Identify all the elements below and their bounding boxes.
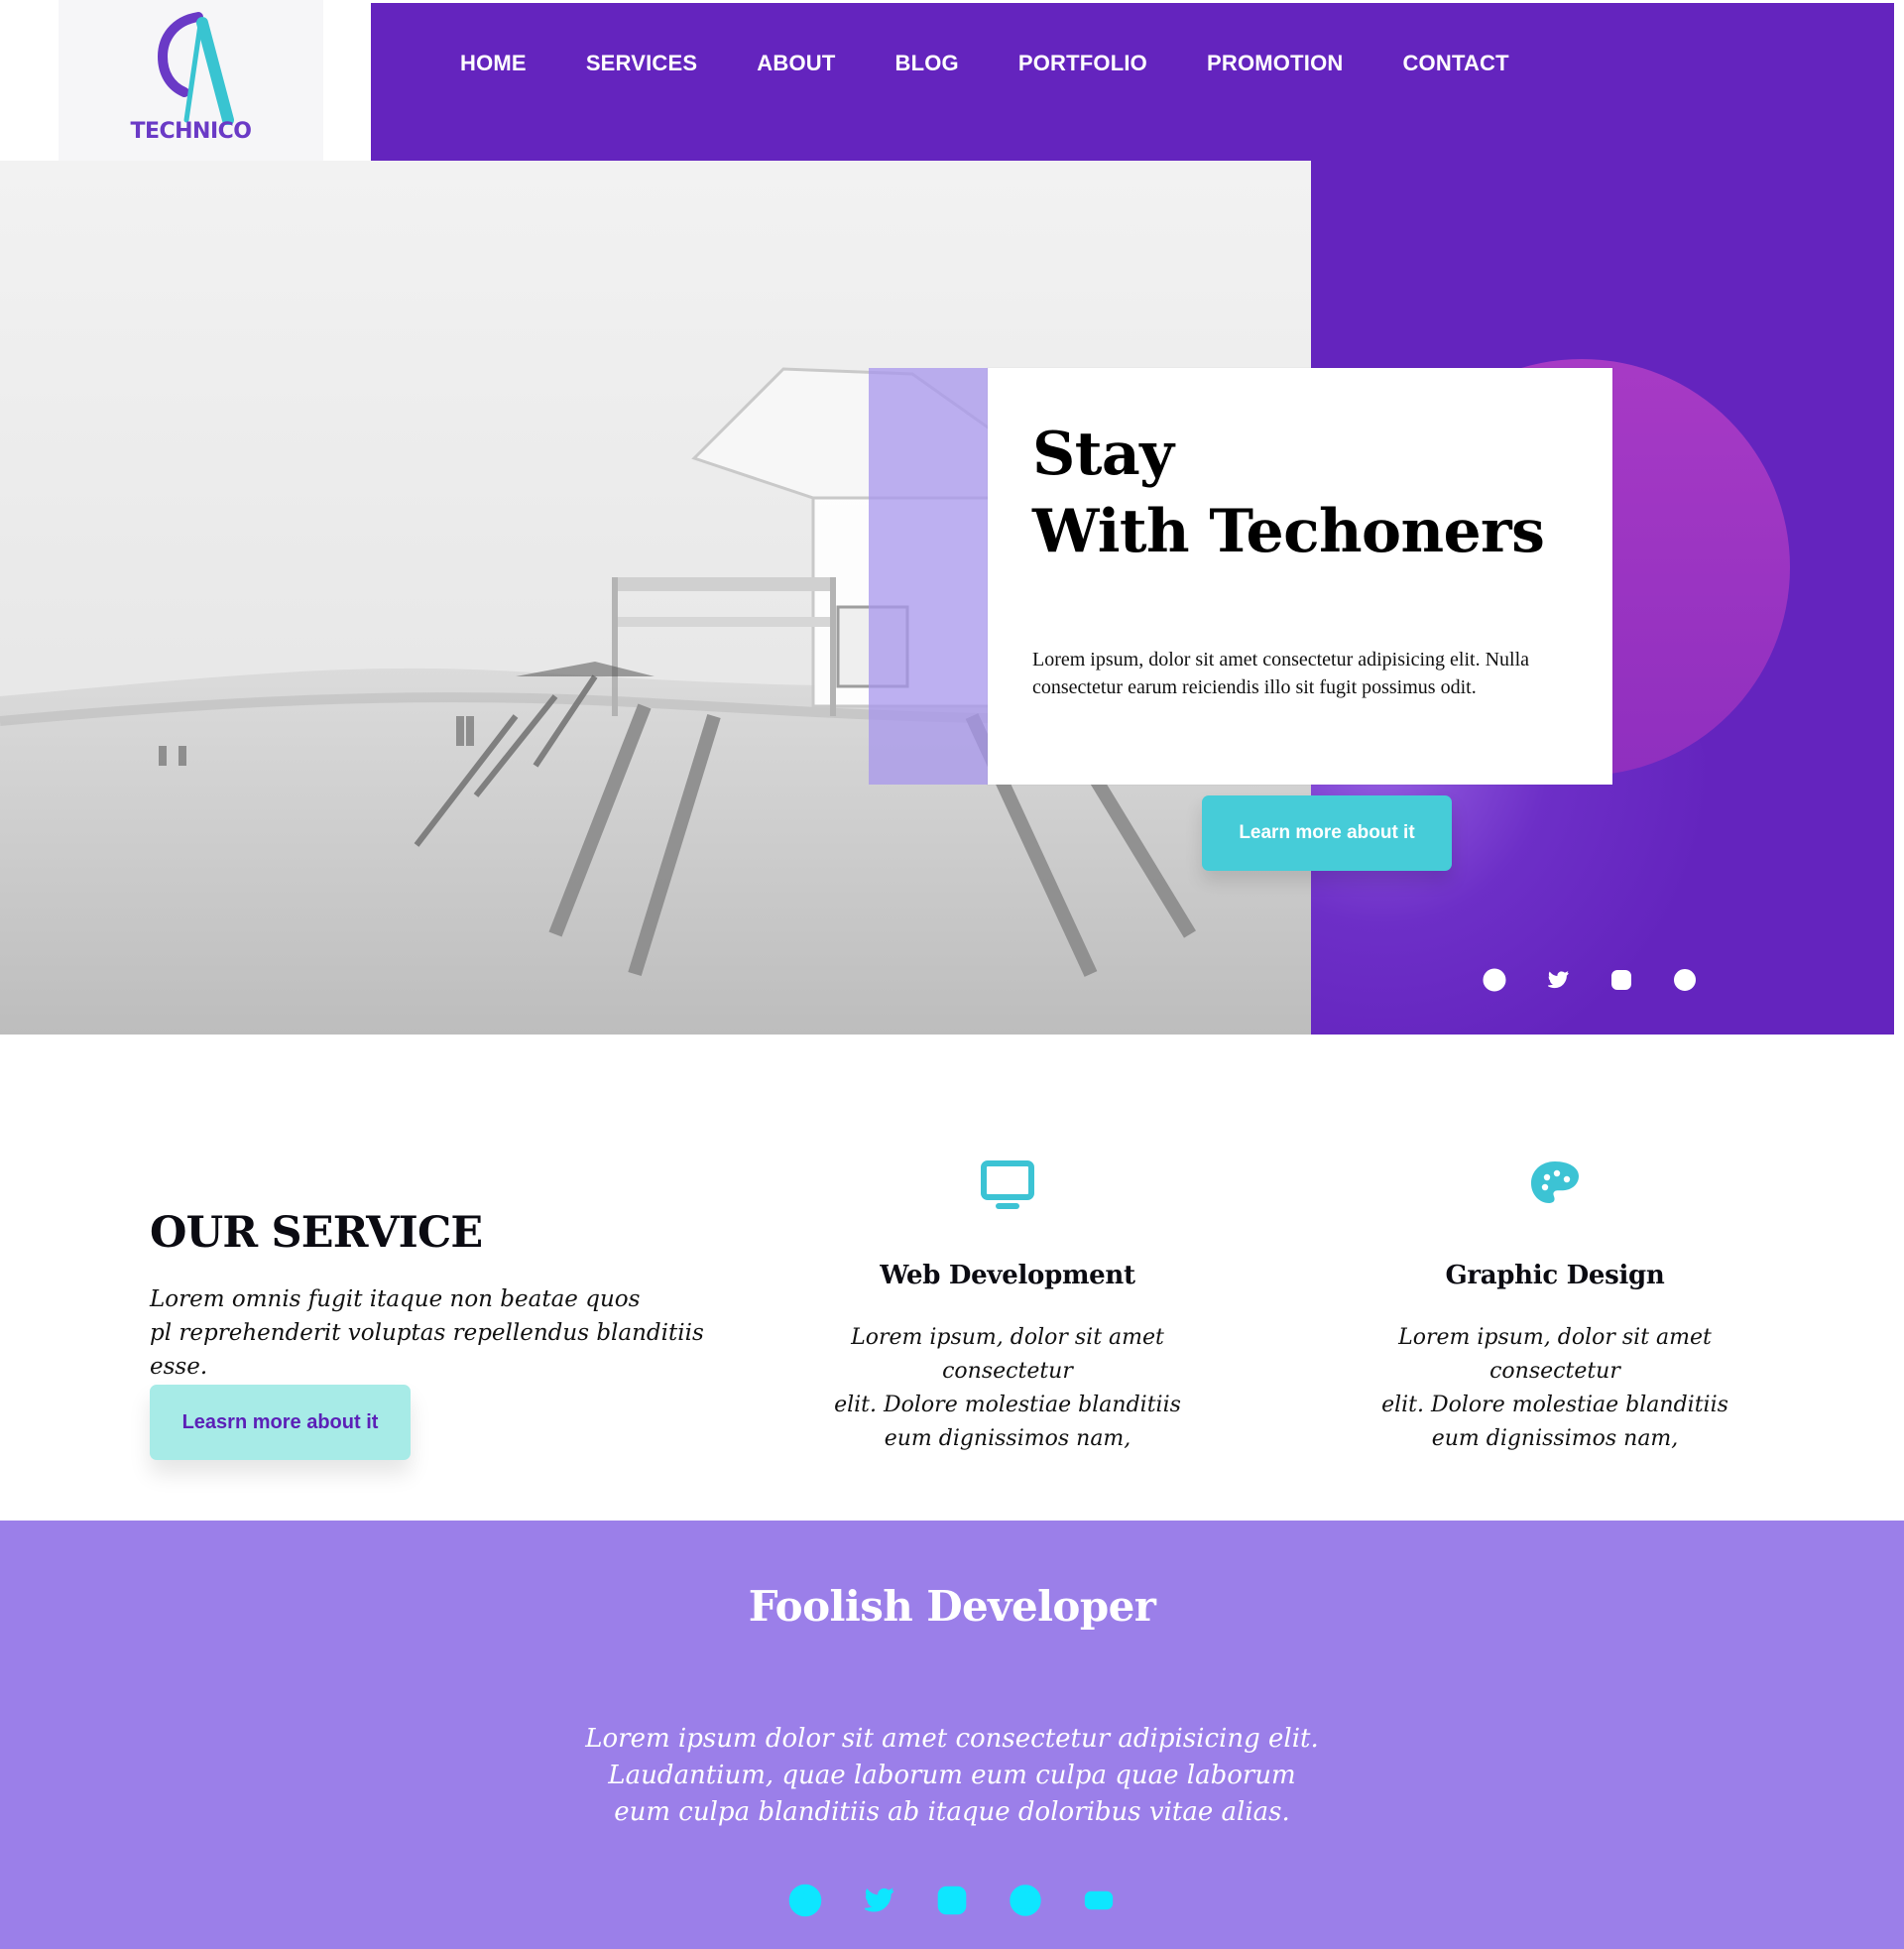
footer-text: Lorem ipsum dolor sit amet consectetur a… — [585, 1724, 1319, 1827]
header: TECHNICO HOME SERVICES ABOUT BLOG PORTFO… — [0, 0, 1904, 161]
facebook-icon[interactable] — [1483, 968, 1506, 992]
hero-title-line-2: With Techoners — [1032, 497, 1545, 566]
instagram-icon[interactable] — [935, 1884, 969, 1917]
hero-card: Stay With Techoners Lorem ipsum, dolor s… — [988, 368, 1612, 785]
footer-social-links — [0, 1884, 1904, 1917]
hero-title: Stay With Techoners — [1032, 416, 1588, 570]
footer-title: Foolish Developer — [748, 1582, 1156, 1631]
nav-blog[interactable]: BLOG — [895, 51, 959, 76]
overlay-strip — [869, 368, 988, 785]
services-title: OUR SERVICE — [150, 1208, 483, 1258]
main-navigation: HOME SERVICES ABOUT BLOG PORTFOLIO PROMO… — [460, 51, 1509, 76]
service-title: Graphic Design — [1445, 1261, 1665, 1290]
logo[interactable]: TECHNICO — [59, 0, 323, 161]
footer: Foolish Developer Lorem ipsum dolor sit … — [0, 1521, 1904, 1949]
nav-about[interactable]: ABOUT — [757, 51, 835, 76]
globe-icon[interactable] — [1009, 1884, 1042, 1917]
youtube-icon[interactable] — [1082, 1884, 1116, 1917]
nav-promotion[interactable]: PROMOTION — [1207, 51, 1343, 76]
service-text: Lorem ipsum, dolor sit amet consectetur … — [1381, 1325, 1728, 1451]
service-web-development: Web Development Lorem ipsum, dolor sit a… — [799, 1154, 1216, 1456]
logo-text: TECHNICO — [130, 119, 252, 144]
hero-body-text: Lorem ipsum, dolor sit amet consectetur … — [1032, 649, 1529, 698]
hero-social-links — [1483, 968, 1697, 992]
nav-portfolio[interactable]: PORTFOLIO — [1018, 51, 1147, 76]
page: TECHNICO HOME SERVICES ABOUT BLOG PORTFO… — [0, 0, 1904, 1949]
twitter-icon[interactable] — [1546, 968, 1570, 992]
logo-mark-icon — [141, 11, 250, 126]
twitter-icon[interactable] — [862, 1884, 895, 1917]
top-navigation-bar: HOME SERVICES ABOUT BLOG PORTFOLIO PROMO… — [371, 3, 1894, 161]
services-section: OUR SERVICE Lorem omnis fugit itaque non… — [0, 1035, 1904, 1521]
services-description: Lorem omnis fugit itaque non beatae quos… — [150, 1286, 704, 1380]
hero-section: Stay With Techoners Lorem ipsum, dolor s… — [0, 161, 1894, 1035]
service-text: Lorem ipsum, dolor sit amet consectetur … — [834, 1325, 1181, 1451]
nav-services[interactable]: SERVICES — [586, 51, 697, 76]
palette-icon — [1523, 1154, 1587, 1217]
hero-title-line-1: Stay — [1032, 420, 1174, 489]
hero-learn-more-button[interactable]: Learn more about it — [1202, 795, 1452, 871]
services-learn-more-button[interactable]: Leasrn more about it — [150, 1385, 411, 1460]
services-intro: OUR SERVICE Lorem omnis fugit itaque non… — [150, 1208, 705, 1384]
nav-contact[interactable]: CONTACT — [1402, 51, 1508, 76]
nav-home[interactable]: HOME — [460, 51, 527, 76]
globe-icon[interactable] — [1673, 968, 1697, 992]
service-title: Web Development — [880, 1261, 1135, 1290]
instagram-icon[interactable] — [1609, 968, 1633, 992]
monitor-icon — [976, 1154, 1039, 1217]
service-graphic-design: Graphic Design Lorem ipsum, dolor sit am… — [1347, 1154, 1763, 1456]
facebook-icon[interactable] — [788, 1884, 822, 1917]
